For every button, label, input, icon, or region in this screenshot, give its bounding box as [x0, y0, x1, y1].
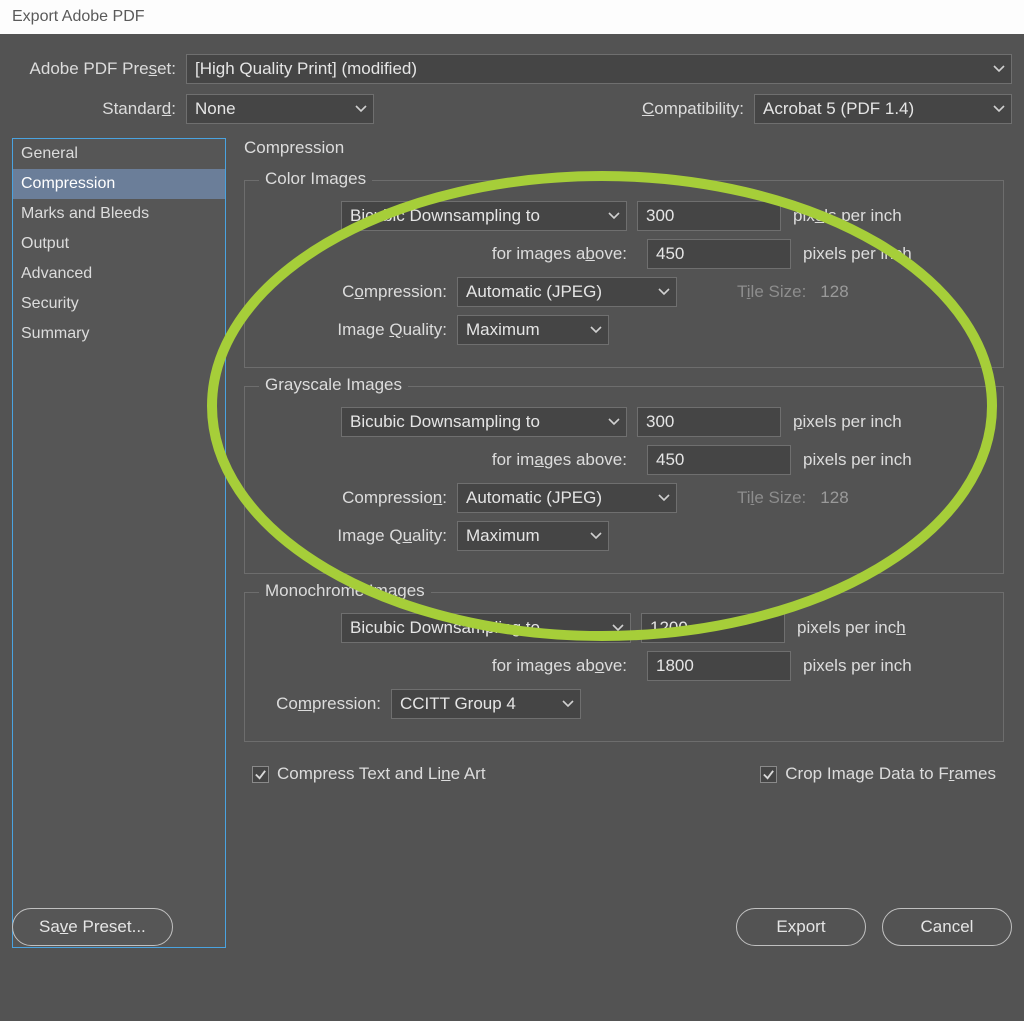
mono-ppi-input[interactable]: 1200 — [641, 613, 785, 643]
crop-image-checkbox[interactable]: Crop Image Data to Frames — [760, 764, 996, 784]
save-preset-label: Save Preset... — [39, 917, 146, 937]
checkbox-icon — [760, 766, 777, 783]
mono-above-label: for images above: — [259, 656, 637, 676]
panel-title: Compression — [244, 138, 1004, 158]
color-quality-label: Image Quality: — [259, 320, 457, 340]
gray-quality-value: Maximum — [466, 526, 600, 546]
group-grayscale-images: Grayscale Images Bicubic Downsampling to… — [244, 386, 1004, 574]
gray-ppi-input[interactable]: 300 — [637, 407, 781, 437]
color-ppi-value: 300 — [646, 206, 772, 226]
gray-quality-select[interactable]: Maximum — [457, 521, 609, 551]
mono-downsample-select[interactable]: Bicubic Downsampling to — [341, 613, 631, 643]
gray-downsample-value: Bicubic Downsampling to — [350, 412, 618, 432]
compress-text-checkbox[interactable]: Compress Text and Line Art — [252, 764, 486, 784]
mono-downsample-value: Bicubic Downsampling to — [350, 618, 622, 638]
mono-ppi-value: 1200 — [650, 618, 776, 638]
sidebar-item-compression[interactable]: Compression — [13, 169, 225, 199]
window-title: Export Adobe PDF — [0, 0, 1024, 34]
gray-compression-label: Compression: — [259, 488, 457, 508]
color-downsample-select[interactable]: Bicubic Downsampling to — [341, 201, 627, 231]
mono-above-unit: pixels per inch — [803, 656, 912, 676]
color-above-input[interactable]: 450 — [647, 239, 791, 269]
standard-select[interactable]: None — [186, 94, 374, 124]
category-sidebar: GeneralCompressionMarks and BleedsOutput… — [12, 138, 226, 948]
standard-value: None — [195, 99, 365, 119]
cancel-button[interactable]: Cancel — [882, 908, 1012, 946]
color-above-unit: pixels per inch — [803, 244, 912, 264]
dialog-body: Adobe PDF Preset: [High Quality Print] (… — [0, 34, 1024, 960]
sidebar-item-general[interactable]: General — [13, 139, 225, 169]
window-title-text: Export Adobe PDF — [12, 8, 145, 25]
mono-compression-select[interactable]: CCITT Group 4 — [391, 689, 581, 719]
export-label: Export — [776, 917, 825, 937]
color-compression-label: Compression: — [259, 282, 457, 302]
group-color-images: Color Images Bicubic Downsampling to 300… — [244, 180, 1004, 368]
gray-downsample-select[interactable]: Bicubic Downsampling to — [341, 407, 627, 437]
sidebar-item-marks-and-bleeds[interactable]: Marks and Bleeds — [13, 199, 225, 229]
mono-above-input[interactable]: 1800 — [647, 651, 791, 681]
mono-above-value: 1800 — [656, 656, 782, 676]
crop-image-label: Crop Image Data to Frames — [785, 764, 996, 784]
compatibility-label: Compatibility: — [642, 99, 754, 119]
color-compression-value: Automatic (JPEG) — [466, 282, 668, 302]
color-tile-value: 128 — [812, 277, 890, 307]
mono-compression-label: Compression: — [259, 694, 391, 714]
gray-compression-select[interactable]: Automatic (JPEG) — [457, 483, 677, 513]
preset-label: Adobe PDF Preset: — [12, 59, 186, 79]
group-monochrome-images: Monochrome Images Bicubic Downsampling t… — [244, 592, 1004, 742]
color-above-value: 450 — [656, 244, 782, 264]
gray-ppi-value: 300 — [646, 412, 772, 432]
group-color-title: Color Images — [259, 169, 372, 189]
standard-label: Standard: — [12, 99, 186, 119]
gray-tile-value: 128 — [812, 483, 890, 513]
group-mono-title: Monochrome Images — [259, 581, 431, 601]
gray-ppi-unit: pixels per inch — [793, 412, 902, 432]
color-tile-label: Tile Size: — [737, 282, 806, 302]
compress-text-label: Compress Text and Line Art — [277, 764, 486, 784]
color-quality-select[interactable]: Maximum — [457, 315, 609, 345]
color-compression-select[interactable]: Automatic (JPEG) — [457, 277, 677, 307]
mono-ppi-unit: pixels per inch — [797, 618, 906, 638]
preset-select[interactable]: [High Quality Print] (modified) — [186, 54, 1012, 84]
gray-quality-label: Image Quality: — [259, 526, 457, 546]
gray-compression-value: Automatic (JPEG) — [466, 488, 668, 508]
sidebar-item-output[interactable]: Output — [13, 229, 225, 259]
sidebar-item-summary[interactable]: Summary — [13, 319, 225, 349]
color-ppi-unit: pixels per inch — [793, 206, 902, 226]
color-above-label: for images above: — [259, 244, 637, 264]
gray-tile-label: Tile Size: — [737, 488, 806, 508]
export-button[interactable]: Export — [736, 908, 866, 946]
checkbox-icon — [252, 766, 269, 783]
gray-above-label: for images above: — [259, 450, 637, 470]
color-quality-value: Maximum — [466, 320, 600, 340]
compatibility-select[interactable]: Acrobat 5 (PDF 1.4) — [754, 94, 1012, 124]
color-downsample-value: Bicubic Downsampling to — [350, 206, 618, 226]
gray-above-value: 450 — [656, 450, 782, 470]
compatibility-value: Acrobat 5 (PDF 1.4) — [763, 99, 1003, 119]
save-preset-button[interactable]: Save Preset... — [12, 908, 173, 946]
color-ppi-input[interactable]: 300 — [637, 201, 781, 231]
sidebar-item-advanced[interactable]: Advanced — [13, 259, 225, 289]
cancel-label: Cancel — [921, 917, 974, 937]
mono-compression-value: CCITT Group 4 — [400, 694, 572, 714]
preset-value: [High Quality Print] (modified) — [195, 59, 1003, 79]
group-grayscale-title: Grayscale Images — [259, 375, 408, 395]
sidebar-item-security[interactable]: Security — [13, 289, 225, 319]
gray-above-input[interactable]: 450 — [647, 445, 791, 475]
gray-above-unit: pixels per inch — [803, 450, 912, 470]
